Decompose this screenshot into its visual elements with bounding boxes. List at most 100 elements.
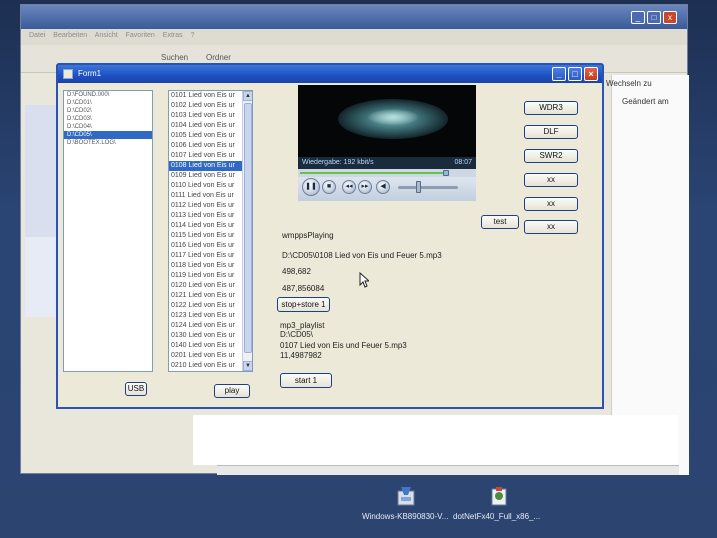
file-item[interactable]: 0120 Lied von Eis ur [169, 281, 243, 291]
next-icon[interactable]: ▸▸ [358, 180, 372, 194]
directory-listbox[interactable]: D:\FOUND.000\ D:\CD01\ D:\CD02\ D:\CD03\ D:\… [63, 90, 153, 372]
mute-speaker-icon[interactable]: ◀ [376, 180, 390, 194]
installer-label[interactable]: Windows-KB890830-V... [362, 512, 448, 521]
installer-icon[interactable] [395, 485, 417, 507]
file-item[interactable]: 0122 Lied von Eis ur [169, 301, 243, 311]
file-item[interactable]: 0105 Lied von Eis ur [169, 131, 243, 141]
file-list-scrollbar[interactable]: ▲ ▼ [242, 91, 252, 371]
toolbar-folders-button[interactable]: Ordner [206, 53, 231, 62]
file-item[interactable]: 0123 Lied von Eis ur [169, 311, 243, 321]
file-item[interactable]: 0118 Lied von Eis ur [169, 261, 243, 271]
seek-handle[interactable] [443, 170, 449, 176]
app-icon [63, 69, 73, 79]
wdr3-button[interactable]: WDR3 [524, 101, 578, 115]
setup-icon[interactable] [488, 485, 510, 507]
menu-bearbeiten[interactable]: Bearbeiten [53, 32, 87, 39]
file-item[interactable]: 0119 Lied von Eis ur [169, 271, 243, 281]
directory-item[interactable]: D:\CD02\ [64, 107, 152, 115]
changed-column-header[interactable]: Geändert am [622, 97, 669, 106]
menu-datei[interactable]: Datei [29, 32, 45, 39]
file-item[interactable]: 0113 Lied von Eis ur [169, 211, 243, 221]
xx-button-1[interactable]: xx [524, 173, 578, 187]
file-item[interactable]: 0110 Lied von Eis ur [169, 181, 243, 191]
xx-button-2[interactable]: xx [524, 197, 578, 211]
current-file-label: D:\CD05\0108 Lied von Eis und Feuer 5.mp… [282, 251, 442, 260]
player-state-label: wmppsPlaying [282, 231, 334, 240]
xx-button-3[interactable]: xx [524, 220, 578, 234]
directory-item[interactable]: D:\CD03\ [64, 115, 152, 123]
seek-bar[interactable] [298, 169, 476, 177]
file-item[interactable]: 0102 Lied von Eis ur [169, 101, 243, 111]
file-item[interactable]: 0104 Lied von Eis ur [169, 121, 243, 131]
directory-item[interactable]: D:\CD01\ [64, 99, 152, 107]
file-item[interactable]: 0201 Lied von Eis ur [169, 351, 243, 361]
file-item[interactable]: 0115 Lied von Eis ur [169, 231, 243, 241]
directory-item[interactable]: D:\CD04\ [64, 123, 152, 131]
directory-item[interactable]: D:\BOOTEX.LOG\ [64, 139, 152, 147]
stop-icon[interactable]: ■ [322, 180, 336, 194]
file-item[interactable]: 0109 Lied von Eis ur [169, 171, 243, 181]
file-item[interactable]: 0114 Lied von Eis ur [169, 221, 243, 231]
directory-item[interactable]: D:\FOUND.000\ [64, 91, 152, 99]
file-item[interactable]: 0108 Lied von Eis ur [169, 161, 243, 171]
scroll-up-icon[interactable]: ▲ [243, 91, 252, 101]
play-button[interactable]: play [214, 384, 250, 398]
test-button[interactable]: test [481, 215, 519, 229]
setup-label[interactable]: dotNetFx40_Full_x86_... [453, 512, 540, 521]
start-button[interactable]: start 1 [280, 373, 332, 388]
file-item[interactable]: 0210 Lied von Eis ur [169, 361, 243, 371]
stop-store-button[interactable]: stop+store 1 [277, 297, 330, 312]
menu-extras[interactable]: Extras [163, 32, 183, 39]
menu-help[interactable]: ? [191, 32, 195, 39]
form1-window: Form1 _ □ × D:\FOUND.000\ D:\CD01\ D:\CD02… [56, 63, 604, 409]
previous-icon[interactable]: ◂◂ [342, 180, 356, 194]
duration-label: 487,856084 [282, 284, 325, 293]
directory-item[interactable]: D:\CD05\ [64, 131, 152, 139]
file-area [193, 415, 678, 465]
file-item[interactable]: 0140 Lied von Eis ur [169, 341, 243, 351]
file-item[interactable]: 0130 Lied von Eis ur [169, 331, 243, 341]
swr2-button[interactable]: SWR2 [524, 149, 578, 163]
bg-close-button[interactable]: x [663, 11, 677, 24]
background-menubar: Datei Bearbeiten Ansicht Favoriten Extra… [21, 29, 687, 45]
file-item[interactable]: 0107 Lied von Eis ur [169, 151, 243, 161]
file-item[interactable]: 0121 Lied von Eis ur [169, 291, 243, 301]
wechseln-label: Wechseln zu [606, 79, 652, 88]
dlf-button[interactable]: DLF [524, 125, 578, 139]
playlist-label: mp3_playlist [280, 321, 325, 330]
file-item[interactable]: 0117 Lied von Eis ur [169, 251, 243, 261]
player-status-bar: Wiedergabe: 192 kbit/s 08:07 [298, 157, 476, 169]
file-item[interactable]: 0106 Lied von Eis ur [169, 141, 243, 151]
visualization-highlight [368, 109, 418, 125]
maximize-button[interactable]: □ [568, 67, 582, 81]
file-item[interactable]: 0112 Lied von Eis ur [169, 201, 243, 211]
file-listbox[interactable]: 0101 Lied von Eis ur 0102 Lied von Eis ur… [168, 90, 253, 372]
bg-maximize-button[interactable]: □ [647, 11, 661, 24]
form1-titlebar: Form1 _ □ × [58, 65, 602, 83]
pause-icon[interactable]: ❚❚ [302, 178, 320, 196]
minimize-button[interactable]: _ [552, 67, 566, 81]
close-button[interactable]: × [584, 67, 598, 81]
file-item[interactable]: 0101 Lied von Eis ur [169, 91, 243, 101]
scroll-down-icon[interactable]: ▼ [243, 361, 252, 371]
volume-handle[interactable] [416, 181, 421, 193]
horizontal-scrollbar[interactable] [217, 465, 679, 475]
media-player[interactable]: Wiedergabe: 192 kbit/s 08:07 ❚❚ ■ ◂◂ ▸▸ … [298, 85, 476, 209]
file-item[interactable]: 0111 Lied von Eis ur [169, 191, 243, 201]
bg-minimize-button[interactable]: _ [631, 11, 645, 24]
file-items: 0101 Lied von Eis ur 0102 Lied von Eis ur… [169, 91, 252, 371]
menu-favoriten[interactable]: Favoriten [126, 32, 155, 39]
background-titlebar: _ □ x [21, 5, 687, 29]
scroll-thumb[interactable] [244, 103, 252, 353]
file-item[interactable]: 0124 Lied von Eis ur [169, 321, 243, 331]
usb-button[interactable]: USB [125, 382, 147, 396]
menu-ansicht[interactable]: Ansicht [95, 32, 118, 39]
file-item[interactable]: 0116 Lied von Eis ur [169, 241, 243, 251]
playlist-value-label: 11,4987982 [280, 351, 322, 360]
form1-title: Form1 [78, 69, 102, 78]
file-item[interactable]: 0103 Lied von Eis ur [169, 111, 243, 121]
toolbar-search-button[interactable]: Suchen [161, 53, 188, 62]
playback-time: 08:07 [454, 159, 472, 166]
video-display [298, 85, 476, 157]
volume-slider[interactable] [398, 186, 458, 189]
